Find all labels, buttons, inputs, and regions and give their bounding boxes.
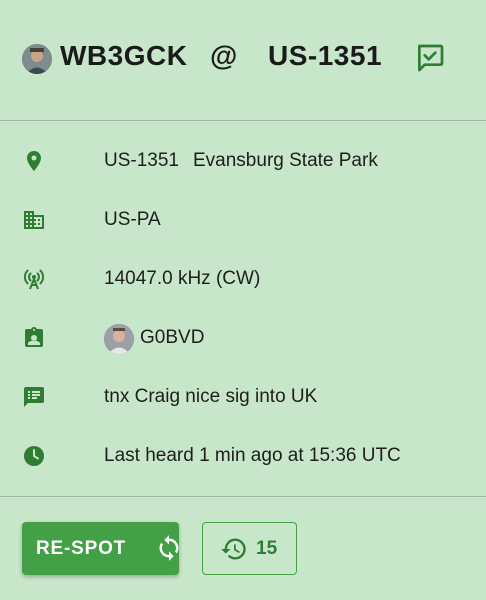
park-reference[interactable]: US-1351 xyxy=(268,40,382,72)
frequency-text: 14047.0 kHz (CW) xyxy=(104,268,261,289)
comment-icon xyxy=(22,385,46,409)
park-ref-text[interactable]: US-1351 xyxy=(104,150,179,171)
history-button[interactable]: 15 xyxy=(202,522,297,575)
actions-divider xyxy=(0,496,486,497)
detail-row-comment: tnx Craig nice sig into UK xyxy=(0,377,486,417)
comment-check-icon[interactable] xyxy=(414,42,446,74)
at-symbol: @ xyxy=(210,40,238,71)
refresh-icon xyxy=(155,534,183,562)
history-icon xyxy=(220,535,248,563)
detail-row-time: Last heard 1 min ago at 15:36 UTC xyxy=(0,436,486,476)
respot-label: RE-SPOT xyxy=(36,538,127,559)
antenna-icon xyxy=(22,267,46,291)
detail-row-frequency: 14047.0 kHz (CW) xyxy=(0,259,486,299)
buildings-icon xyxy=(22,208,46,232)
history-count: 15 xyxy=(256,538,278,559)
comment-text: tnx Craig nice sig into UK xyxy=(104,386,318,407)
detail-row-park: US-1351 Evansburg State Park xyxy=(0,141,486,181)
park-detail-text: US-1351 Evansburg State Park xyxy=(104,150,378,172)
spotter-callsign[interactable]: G0BVD xyxy=(140,327,204,349)
location-text: US-PA xyxy=(104,209,161,230)
activator-callsign[interactable]: WB3GCK xyxy=(60,40,187,72)
location-pin-icon xyxy=(22,149,46,173)
spotter-avatar[interactable] xyxy=(104,324,134,354)
clock-icon xyxy=(22,444,46,468)
respot-button[interactable]: RE-SPOT xyxy=(22,522,179,575)
contact-badge-icon xyxy=(22,326,46,350)
activator-avatar[interactable] xyxy=(22,44,52,74)
park-name-text: Evansburg State Park xyxy=(193,150,378,171)
header-divider xyxy=(0,120,486,121)
detail-row-location: US-PA xyxy=(0,200,486,240)
spot-header: WB3GCK @ US-1351 xyxy=(0,0,486,118)
detail-row-spotter: G0BVD xyxy=(0,318,486,358)
last-heard-text: Last heard 1 min ago at 15:36 UTC xyxy=(104,445,401,466)
